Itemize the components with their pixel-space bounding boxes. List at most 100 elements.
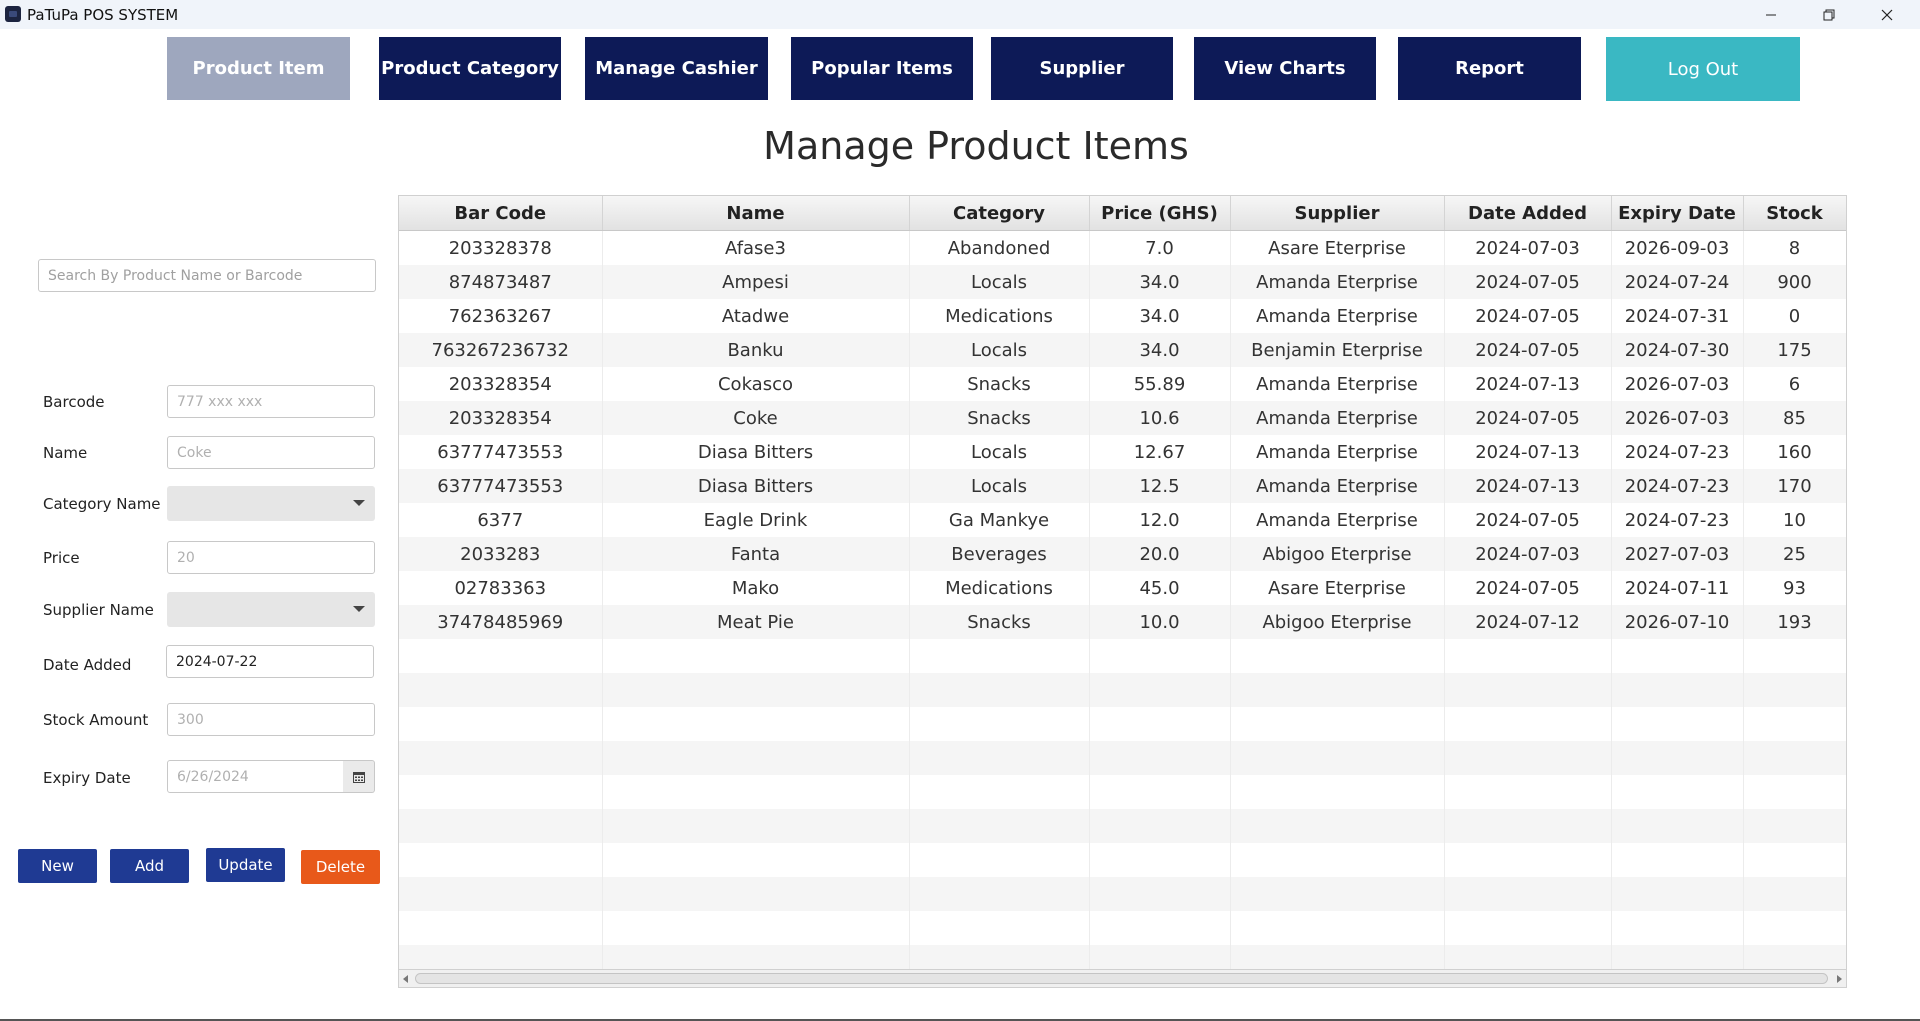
table-cell: 2024-07-12 bbox=[1444, 605, 1612, 639]
date-added-input[interactable] bbox=[166, 645, 374, 678]
table-cell: Diasa Bitters bbox=[602, 435, 910, 469]
price-input[interactable] bbox=[167, 541, 375, 574]
table-cell bbox=[602, 877, 910, 911]
table-cell bbox=[1230, 673, 1445, 707]
scroll-left-icon[interactable] bbox=[403, 975, 408, 983]
table-cell: Diasa Bitters bbox=[602, 469, 910, 503]
minimize-icon[interactable] bbox=[1742, 0, 1800, 29]
category-select[interactable] bbox=[167, 486, 375, 521]
table-cell: 2024-07-03 bbox=[1444, 230, 1612, 265]
add-button[interactable]: Add bbox=[110, 849, 189, 883]
table-cell: Afase3 bbox=[602, 230, 910, 265]
table-cell: 203328378 bbox=[399, 230, 603, 265]
table-cell: Meat Pie bbox=[602, 605, 910, 639]
table-row[interactable]: 63777473553 Diasa Bitters Locals 12.67 Amand… bbox=[399, 435, 1846, 469]
nav-product-category-button[interactable]: Product Category bbox=[379, 37, 561, 100]
table-cell: Mako bbox=[602, 571, 910, 605]
table-cell bbox=[602, 911, 910, 945]
logout-button[interactable]: Log Out bbox=[1606, 37, 1800, 101]
chevron-down-icon bbox=[353, 606, 365, 612]
nav-manage-cashier-button[interactable]: Manage Cashier bbox=[585, 37, 768, 100]
name-input[interactable] bbox=[167, 436, 375, 469]
search-input[interactable] bbox=[38, 259, 376, 292]
table-cell bbox=[1611, 673, 1744, 707]
table-cell: Asare Eterprise bbox=[1230, 230, 1445, 265]
column-header[interactable]: Supplier bbox=[1230, 196, 1445, 231]
supplier-select[interactable] bbox=[167, 592, 375, 627]
table-cell: 900 bbox=[1743, 265, 1846, 299]
delete-button[interactable]: Delete bbox=[301, 850, 380, 884]
table-cell: 2024-07-23 bbox=[1611, 435, 1744, 469]
nav-report-button[interactable]: Report bbox=[1398, 37, 1581, 100]
nav-view-charts-button[interactable]: View Charts bbox=[1194, 37, 1376, 100]
stock-amount-label: Stock Amount bbox=[43, 711, 149, 729]
table-cell: Amanda Eterprise bbox=[1230, 401, 1445, 435]
table-cell bbox=[1089, 741, 1231, 775]
table-row[interactable]: 6377 Eagle Drink Ga Mankye 12.0 Amanda Eterp… bbox=[399, 503, 1846, 537]
table-cell bbox=[1444, 911, 1612, 945]
table-cell: Amanda Eterprise bbox=[1230, 503, 1445, 537]
table-cell: Fanta bbox=[602, 537, 910, 571]
table-cell: Snacks bbox=[909, 367, 1090, 401]
table-row[interactable]: 762363267 Atadwe Medications 34.0 Amanda Ete… bbox=[399, 299, 1846, 333]
table-cell bbox=[1230, 911, 1445, 945]
table-cell: Abigoo Eterprise bbox=[1230, 605, 1445, 639]
table-row[interactable]: 203328354 Cokasco Snacks 55.89 Amanda Eterpr… bbox=[399, 367, 1846, 401]
update-button[interactable]: Update bbox=[206, 848, 285, 882]
table-cell bbox=[1444, 843, 1612, 877]
table-cell bbox=[1611, 707, 1744, 741]
table-cell bbox=[1444, 877, 1612, 911]
table-row[interactable]: 203328354 Coke Snacks 10.6 Amanda Eterprise 2… bbox=[399, 401, 1846, 435]
horizontal-scrollbar[interactable] bbox=[398, 969, 1847, 988]
table-row[interactable]: 763267236732 Banku Locals 34.0 Benjamin Eter… bbox=[399, 333, 1846, 367]
table-cell: 2026-09-03 bbox=[1611, 230, 1744, 265]
new-button[interactable]: New bbox=[18, 849, 97, 883]
table-row[interactable]: 63777473553 Diasa Bitters Locals 12.5 Amanda… bbox=[399, 469, 1846, 503]
nav-product-item-button[interactable]: Product Item bbox=[167, 37, 350, 100]
barcode-label: Barcode bbox=[43, 393, 105, 411]
price-label: Price bbox=[43, 549, 80, 567]
supplier-name-label: Supplier Name bbox=[43, 601, 154, 619]
table-cell bbox=[602, 809, 910, 843]
expiry-date-input[interactable] bbox=[167, 760, 344, 793]
column-header[interactable]: Date Added bbox=[1444, 196, 1612, 231]
column-header[interactable]: Name bbox=[602, 196, 910, 231]
table-cell: 2024-07-24 bbox=[1611, 265, 1744, 299]
scrollbar-thumb[interactable] bbox=[415, 973, 1828, 984]
column-header[interactable]: Category bbox=[909, 196, 1090, 231]
table-cell bbox=[1230, 809, 1445, 843]
table-cell: 85 bbox=[1743, 401, 1846, 435]
table-cell bbox=[1089, 775, 1231, 809]
nav-popular-items-button[interactable]: Popular Items bbox=[791, 37, 973, 100]
table-cell: 34.0 bbox=[1089, 299, 1231, 333]
table-row[interactable]: 2033283 Fanta Beverages 20.0 Abigoo Eterpris… bbox=[399, 537, 1846, 571]
table-row[interactable]: 37478485969 Meat Pie Snacks 10.0 Abigoo Eter… bbox=[399, 605, 1846, 639]
table-row[interactable]: 203328378 Afase3 Abandoned 7.0 Asare Eterpri… bbox=[399, 230, 1846, 265]
table-cell bbox=[1611, 911, 1744, 945]
table-cell bbox=[1089, 843, 1231, 877]
nav-supplier-button[interactable]: Supplier bbox=[991, 37, 1173, 100]
scroll-right-icon[interactable] bbox=[1837, 975, 1842, 983]
column-header[interactable]: Stock bbox=[1743, 196, 1846, 231]
table-cell bbox=[1444, 707, 1612, 741]
table-cell: Amanda Eterprise bbox=[1230, 469, 1445, 503]
table-row[interactable]: 874873487 Ampesi Locals 34.0 Amanda Eterpris… bbox=[399, 265, 1846, 299]
table-cell bbox=[399, 843, 603, 877]
restore-icon[interactable] bbox=[1800, 0, 1858, 29]
table-cell: 2024-07-05 bbox=[1444, 571, 1612, 605]
table-cell bbox=[1611, 809, 1744, 843]
column-header[interactable]: Bar Code bbox=[399, 196, 603, 231]
close-icon[interactable] bbox=[1858, 0, 1916, 29]
column-header[interactable]: Price (GHS) bbox=[1089, 196, 1231, 231]
table-row[interactable]: 02783363 Mako Medications 45.0 Asare Eterpri… bbox=[399, 571, 1846, 605]
barcode-input[interactable] bbox=[167, 385, 375, 418]
window-title: PaTuPa POS SYSTEM bbox=[27, 6, 179, 24]
column-header[interactable]: Expiry Date bbox=[1611, 196, 1744, 231]
table-cell: Atadwe bbox=[602, 299, 910, 333]
table-cell: 2026-07-03 bbox=[1611, 367, 1744, 401]
calendar-icon[interactable] bbox=[343, 760, 375, 793]
table-cell bbox=[602, 775, 910, 809]
table-cell: 20.0 bbox=[1089, 537, 1231, 571]
stock-amount-input[interactable] bbox=[167, 703, 375, 736]
table-cell bbox=[1444, 775, 1612, 809]
